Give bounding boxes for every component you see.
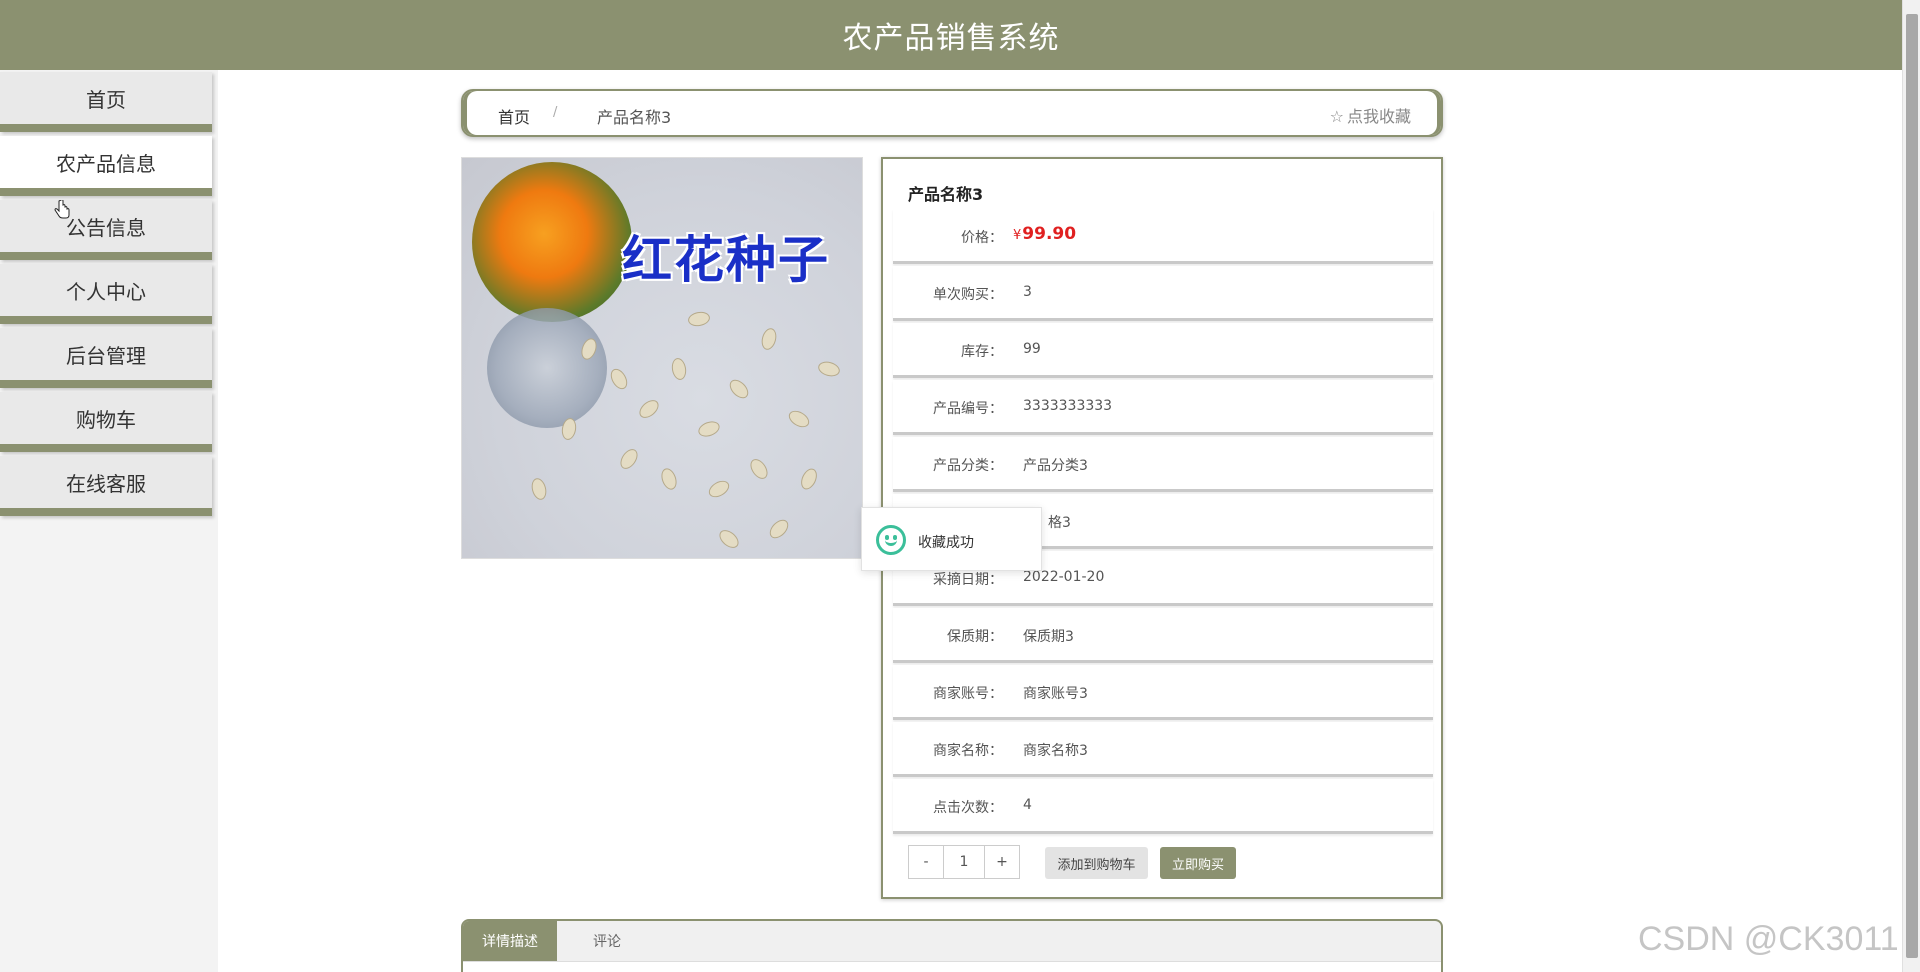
info-row: 保质期： 保质期3 [893, 608, 1433, 663]
toast-message: 收藏成功 [918, 535, 974, 551]
info-row: 库存： 99 [893, 323, 1433, 378]
info-label: 商家名称： [933, 743, 1003, 759]
product-image-caption: 红花种子 [622, 231, 830, 289]
app-title: 农产品销售系统 [842, 21, 1060, 56]
breadcrumb-separator: / [553, 105, 558, 120]
sidebar-item-announcements[interactable]: 公告信息 [0, 200, 212, 260]
seed-shape [766, 516, 792, 542]
info-value: 产品分类3 [1023, 458, 1088, 474]
hand-cursor-icon [54, 200, 70, 219]
tab-label: 详情描述 [482, 934, 538, 950]
info-value: 商家名称3 [1023, 743, 1088, 759]
seed-shape [670, 356, 688, 382]
seed-shape [798, 466, 820, 492]
info-value: 3 [1023, 284, 1032, 300]
info-label: 商家账号： [933, 686, 1003, 702]
seed-shape [759, 326, 779, 352]
seed-shape [726, 376, 752, 402]
sidebar-item-label: 后台管理 [66, 343, 146, 368]
seed-shape [616, 445, 642, 473]
info-value: 2022-01-20 [1023, 569, 1105, 585]
collect-label: 点我收藏 [1346, 107, 1411, 126]
currency-symbol: ¥ [1013, 228, 1022, 243]
success-toast: 收藏成功 [861, 507, 1042, 571]
info-row: 商家名称： 商家名称3 [893, 722, 1433, 777]
scrollbar-thumb[interactable] [1906, 14, 1918, 958]
quantity-stepper: - 1 + [908, 845, 1020, 879]
breadcrumb-current: 产品名称3 [597, 108, 672, 127]
quantity-minus-button[interactable]: - [909, 846, 943, 878]
info-label: 产品编号： [933, 401, 1003, 417]
sidebar-item-home[interactable]: 首页 [0, 72, 212, 132]
sidebar-item-label: 购物车 [76, 407, 136, 432]
product-name: 产品名称3 [908, 185, 984, 204]
info-row: 产品编号： 3333333333 [893, 380, 1433, 435]
seed-shape [696, 418, 722, 440]
quantity-plus-button[interactable]: + [985, 846, 1019, 878]
info-label: 点击次数： [933, 800, 1003, 816]
tab-detail[interactable]: 详情描述 [463, 921, 557, 961]
breadcrumb-home-link[interactable]: 首页 [498, 104, 530, 128]
seed-shape [529, 476, 549, 502]
info-label: 价格： [961, 230, 1003, 246]
info-row: 产品分类： 产品分类3 [893, 437, 1433, 492]
page-scrollbar[interactable] [1902, 0, 1920, 972]
seed-shape [607, 365, 631, 393]
info-value: 格3 [1048, 515, 1071, 531]
buy-now-button[interactable]: 立即购买 [1160, 847, 1236, 879]
info-row: 商家账号： 商家账号3 [893, 665, 1433, 720]
sidebar-item-personal-center[interactable]: 个人中心 [0, 264, 212, 324]
seed-shape [705, 477, 733, 501]
add-to-cart-button[interactable]: 添加到购物车 [1045, 847, 1148, 879]
info-row: 点击次数： 4 [893, 779, 1433, 834]
breadcrumb: 首页 / 产品名称3 ☆ 点我收藏 [461, 89, 1443, 137]
info-label: 保质期： [947, 629, 1003, 645]
seed-shape [746, 455, 772, 483]
price-value: ¥99.90 [1013, 224, 1076, 244]
sidebar-item-products[interactable]: 农产品信息 [0, 136, 212, 196]
tab-content-top [463, 961, 1441, 972]
info-value: 3333333333 [1023, 398, 1113, 414]
seed-shape [785, 407, 813, 431]
seed-shape [686, 310, 712, 328]
seed-shape [658, 466, 680, 492]
info-label: 库存： [961, 344, 1003, 360]
jar-image-area [487, 308, 607, 428]
sidebar: 首页 农产品信息 公告信息 个人中心 后台管理 购物车 在线客服 [0, 70, 218, 972]
sidebar-item-cart[interactable]: 购物车 [0, 392, 212, 452]
info-label: 产品分类： [933, 458, 1003, 474]
seed-shape [716, 526, 742, 552]
sidebar-item-online-service[interactable]: 在线客服 [0, 456, 212, 516]
seed-shape [816, 359, 842, 379]
info-row: 单次购买： 3 [893, 266, 1433, 321]
collect-button[interactable]: ☆ 点我收藏 [1330, 103, 1411, 127]
app-header: 农产品销售系统 [0, 0, 1902, 70]
watermark: CSDN @CK3011 [1638, 920, 1899, 958]
detail-tabs: 详情描述 评论 [461, 919, 1443, 972]
info-value: 99 [1023, 341, 1041, 357]
star-outline-icon: ☆ [1329, 107, 1344, 126]
sidebar-item-label: 农产品信息 [56, 151, 156, 176]
sidebar-item-label: 首页 [86, 87, 126, 112]
tab-comments[interactable]: 评论 [557, 921, 657, 961]
product-image: 红花种子 [461, 157, 863, 559]
quantity-input[interactable]: 1 [943, 846, 985, 878]
smile-icon [876, 525, 906, 555]
tab-label: 评论 [593, 934, 621, 950]
sidebar-item-label: 个人中心 [66, 279, 146, 304]
sidebar-item-admin[interactable]: 后台管理 [0, 328, 212, 388]
info-value: 保质期3 [1023, 629, 1074, 645]
safflower-image-area [472, 162, 632, 322]
info-label: 采摘日期： [933, 572, 1003, 588]
price-amount: 99.90 [1022, 224, 1077, 244]
sidebar-item-label: 在线客服 [66, 471, 146, 496]
seed-shape [636, 396, 662, 422]
info-value: 商家账号3 [1023, 686, 1088, 702]
info-label: 单次购买： [933, 287, 1003, 303]
info-row-price: 价格： ¥99.90 [893, 209, 1433, 264]
sidebar-item-label: 公告信息 [66, 215, 146, 240]
info-value: 4 [1023, 797, 1032, 813]
